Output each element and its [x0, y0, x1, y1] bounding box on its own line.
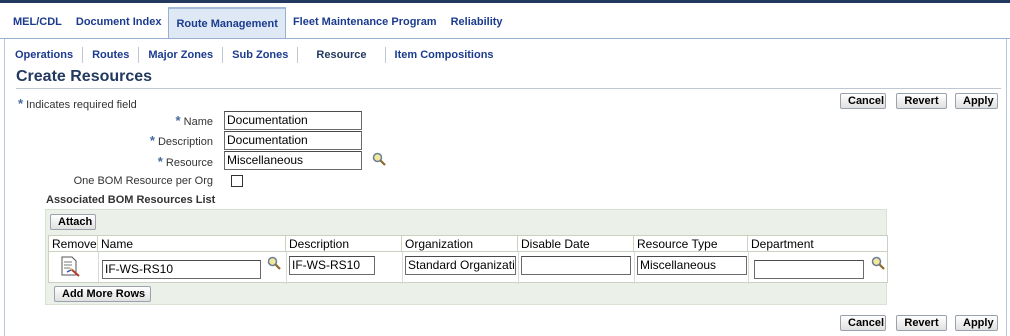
row-name-field[interactable]: IF-WS-RS10 — [102, 260, 261, 279]
required-field-note: * Indicates required field — [18, 96, 137, 111]
subtab-resource[interactable]: Resource — [298, 47, 386, 63]
apply-button-bottom[interactable]: Apply — [955, 315, 998, 331]
tab-route-management[interactable]: Route Management — [168, 7, 286, 38]
subtab-major-zones[interactable]: Major Zones — [139, 47, 224, 63]
bom-list-region: Attach Remove Name Description Organizat… — [45, 209, 888, 305]
subtab-routes[interactable]: Routes — [83, 47, 140, 63]
row-resource-type-field[interactable]: Miscellaneous — [637, 256, 747, 275]
cell-divider — [518, 252, 519, 284]
resource-required-star: * — [157, 154, 163, 169]
one-bom-checkbox[interactable] — [231, 175, 243, 187]
description-field[interactable]: Documentation — [224, 131, 362, 150]
resource-label: * Resource — [125, 154, 213, 169]
required-note-text: Indicates required field — [26, 99, 137, 111]
col-department: Department — [748, 236, 887, 252]
description-required-star: * — [149, 133, 155, 148]
col-name: Name — [98, 236, 286, 252]
resource-lookup-magnifier-icon[interactable] — [372, 152, 386, 166]
name-label: * Name — [125, 113, 213, 128]
cell-divider — [634, 252, 635, 284]
cell-divider — [748, 252, 749, 284]
title-divider — [16, 88, 1001, 89]
name-required-star: * — [175, 113, 181, 128]
tab-document-index[interactable]: Document Index — [69, 7, 169, 38]
cell-divider — [402, 252, 403, 284]
required-star: * — [18, 96, 24, 111]
cell-divider — [286, 252, 287, 284]
subtab-item-compositions[interactable]: Item Compositions — [386, 47, 503, 63]
one-bom-label: One BOM Resource per Org — [73, 175, 213, 187]
cancel-button-top[interactable]: Cancel — [840, 93, 886, 109]
row-description-field[interactable]: IF-WS-RS10 — [289, 256, 375, 275]
resource-label-text: Resource — [165, 157, 213, 169]
revert-button-top[interactable]: Revert — [896, 93, 947, 109]
attach-button[interactable]: Attach — [50, 214, 96, 230]
col-remove: Remove — [49, 236, 98, 252]
main-tabs: MEL/CDL Document Index Route Management … — [6, 7, 510, 38]
remove-document-icon[interactable] — [59, 255, 81, 277]
name-label-text: Name — [183, 116, 213, 128]
col-resource-type: Resource Type — [634, 236, 748, 252]
bom-resources-table: Remove Name Description Organization Dis… — [48, 235, 888, 284]
row-name-lookup-magnifier-icon[interactable] — [267, 256, 281, 270]
tab-reliability[interactable]: Reliability — [444, 7, 510, 38]
sub-navigation: Operations Routes Major Zones Sub Zones … — [15, 47, 503, 63]
row-department-field[interactable] — [754, 260, 864, 279]
col-description: Description — [286, 236, 402, 252]
content-panel: Operations Routes Major Zones Sub Zones … — [4, 39, 1007, 336]
row-organization-field[interactable]: Standard Organizati — [405, 256, 516, 275]
cancel-button-bottom[interactable]: Cancel — [840, 315, 886, 331]
col-disable-date: Disable Date — [518, 236, 634, 252]
row-disable-date-field[interactable] — [521, 256, 631, 275]
resource-field[interactable]: Miscellaneous — [224, 151, 362, 170]
description-label-text: Description — [157, 136, 213, 148]
row-department-lookup-magnifier-icon[interactable] — [871, 256, 885, 270]
subtab-operations[interactable]: Operations — [15, 47, 84, 63]
apply-button-top[interactable]: Apply — [955, 93, 998, 109]
tab-mel-cdl[interactable]: MEL/CDL — [6, 7, 69, 38]
add-more-rows-button[interactable]: Add More Rows — [54, 286, 151, 302]
bom-list-title: Associated BOM Resources List — [46, 194, 216, 206]
cell-divider — [98, 252, 99, 284]
name-field[interactable]: Documentation — [224, 111, 362, 130]
description-label: * Description — [125, 133, 213, 148]
revert-button-bottom[interactable]: Revert — [896, 315, 947, 331]
subtab-sub-zones[interactable]: Sub Zones — [223, 47, 299, 63]
page-title: Create Resources — [16, 68, 153, 85]
tab-fleet-maintenance-program[interactable]: Fleet Maintenance Program — [286, 7, 444, 38]
col-organization: Organization — [402, 236, 518, 252]
